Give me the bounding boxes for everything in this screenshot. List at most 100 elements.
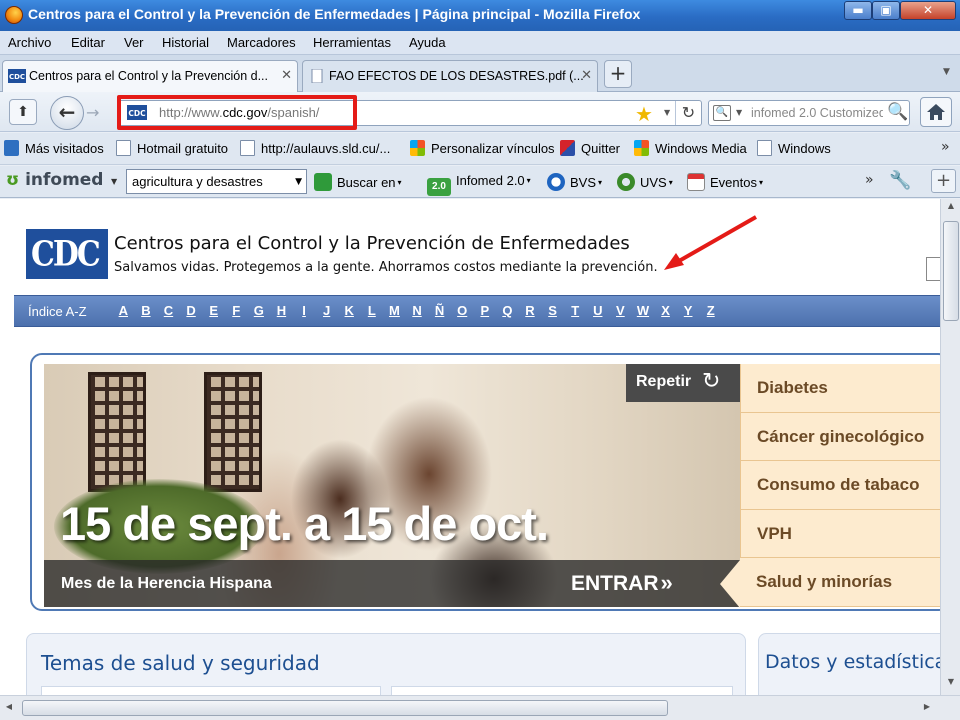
menu-historial[interactable]: Historial — [162, 35, 209, 50]
back-button[interactable]: ← — [50, 96, 84, 130]
menu-herramientas[interactable]: Herramientas — [313, 35, 391, 50]
url-history-dropdown-icon[interactable]: ▼ — [664, 108, 670, 117]
vertical-scrollbar[interactable]: ▲ ▼ — [940, 199, 960, 695]
bookmark-personalizar[interactable]: Personalizar vínculos — [410, 140, 555, 156]
wrench-icon[interactable]: 🔧 — [889, 170, 911, 191]
forward-button[interactable]: → — [86, 102, 110, 124]
maximize-button[interactable]: ▣ — [872, 1, 900, 20]
eventos-button[interactable]: Eventos ▾ — [687, 173, 763, 191]
az-letter-link[interactable]: M — [383, 303, 406, 318]
search-input[interactable]: infomed 2.0 Customized — [751, 106, 883, 120]
uvs-button[interactable]: UVS ▾ — [617, 173, 673, 191]
bookmark-aulauvs[interactable]: http://aulauvs.sld.cu/... — [240, 140, 390, 156]
toolbar-home-icon[interactable]: ⬆ — [9, 99, 37, 125]
bookmark-star-icon[interactable]: ★ — [635, 102, 653, 126]
chevron-down-icon[interactable]: ▼ — [295, 177, 302, 187]
firefox-icon[interactable] — [5, 6, 23, 24]
replay-icon: ↻ — [702, 369, 721, 394]
az-letter-link[interactable]: H — [270, 303, 293, 318]
az-letter-link[interactable]: V — [609, 303, 632, 318]
bookmark-mas-visitados[interactable]: Más visitados — [4, 140, 104, 156]
topic-item[interactable]: Salud y minorías — [740, 558, 940, 607]
topic-item[interactable]: Diabetes — [740, 364, 940, 413]
az-letter-link[interactable]: S — [541, 303, 564, 318]
az-letter-link[interactable]: R — [519, 303, 542, 318]
az-letter-link[interactable]: T — [564, 303, 587, 318]
az-letter-link[interactable]: W — [632, 303, 655, 318]
scroll-down-icon[interactable]: ▼ — [943, 677, 959, 691]
search-bar[interactable]: 🔍 ▼ infomed 2.0 Customized 🔍 — [708, 100, 910, 126]
az-letter-link[interactable]: K — [338, 303, 361, 318]
infomed-menu-dropdown-icon[interactable]: ▼ — [111, 177, 117, 186]
scroll-right-icon[interactable]: ▶ — [920, 702, 934, 711]
az-letter-link[interactable]: U — [586, 303, 609, 318]
minimize-button[interactable]: ▬ — [844, 1, 872, 20]
tab-close-icon[interactable]: ✕ — [581, 68, 592, 83]
hero-image[interactable]: 15 de sept. a 15 de oct. Mes de la Heren… — [44, 364, 740, 607]
infomed-logo[interactable]: ʊ infomed — [6, 170, 103, 190]
menu-ver[interactable]: Ver — [124, 35, 144, 50]
topic-item[interactable]: VPH — [740, 509, 940, 559]
bookmark-hotmail[interactable]: Hotmail gratuito — [116, 140, 228, 156]
az-letter-link[interactable]: Q — [496, 303, 519, 318]
az-letter-link[interactable]: Z — [699, 303, 722, 318]
az-letter-link[interactable]: P — [474, 303, 497, 318]
vertical-scroll-thumb[interactable] — [943, 221, 959, 321]
tab-close-icon[interactable]: ✕ — [281, 68, 292, 83]
reload-button[interactable]: ↻ — [675, 101, 701, 125]
page-content: CDC Centros para el Control y la Prevenc… — [14, 199, 940, 695]
repeat-button[interactable]: Repetir ↻ — [626, 364, 740, 402]
search-icon[interactable]: 🔍 — [887, 102, 908, 122]
enter-button[interactable]: ENTRAR» — [571, 570, 673, 596]
topic-item[interactable]: Cáncer ginecológico — [740, 412, 940, 462]
az-letter-link[interactable]: Y — [677, 303, 700, 318]
add-toolbar-item-button[interactable]: + — [931, 169, 956, 193]
search-engine-dropdown-icon[interactable]: ▼ — [736, 108, 742, 117]
az-letter-link[interactable]: F — [225, 303, 248, 318]
eventos-label: Eventos — [710, 175, 757, 190]
bvs-button[interactable]: BVS ▾ — [547, 173, 602, 191]
az-letter-link[interactable]: N — [406, 303, 429, 318]
az-letter-link[interactable]: Ñ — [428, 303, 451, 318]
close-button[interactable]: ✕ — [900, 1, 956, 20]
infomed20-button[interactable]: 2.0 Infomed 2.0 ▾ — [427, 173, 531, 196]
az-letter-link[interactable]: C — [157, 303, 180, 318]
az-letter-link[interactable]: D — [180, 303, 203, 318]
infomed-search-combo[interactable]: agricultura y desastres ▼ — [126, 169, 307, 194]
az-letter-link[interactable]: G — [248, 303, 271, 318]
horizontal-scrollbar[interactable]: ◀ ▶ — [0, 695, 960, 720]
az-letter-link[interactable]: X — [654, 303, 677, 318]
caret-icon: ▾ — [758, 178, 763, 187]
bookmark-quitter[interactable]: Quitter — [560, 140, 620, 156]
tab-list-icon[interactable]: ▼ — [943, 67, 950, 77]
tab-fao-pdf[interactable]: FAO EFECTOS DE LOS DESASTRES.pdf (... ✕ — [302, 60, 598, 92]
search-engine-icon[interactable]: 🔍 — [713, 105, 731, 121]
scroll-up-icon[interactable]: ▲ — [943, 201, 959, 215]
horizontal-scroll-thumb[interactable] — [22, 700, 668, 716]
bookmark-windows[interactable]: Windows — [757, 140, 831, 156]
home-button[interactable] — [920, 97, 952, 127]
new-tab-button[interactable]: + — [604, 60, 632, 88]
topic-item[interactable]: Consumo de tabaco — [740, 461, 940, 510]
az-letter-link[interactable]: B — [135, 303, 158, 318]
az-letter-link[interactable]: I — [293, 303, 316, 318]
menu-ayuda[interactable]: Ayuda — [409, 35, 446, 50]
menu-editar[interactable]: Editar — [71, 35, 105, 50]
tab-cdc[interactable]: CDC Centros para el Control y la Prevenc… — [2, 60, 298, 92]
menu-archivo[interactable]: Archivo — [8, 35, 51, 50]
az-letter-link[interactable]: L — [361, 303, 384, 318]
menu-marcadores[interactable]: Marcadores — [227, 35, 296, 50]
az-letter-link[interactable]: E — [202, 303, 225, 318]
bookmark-windows-media[interactable]: Windows Media — [634, 140, 747, 156]
az-letter-link[interactable]: O — [451, 303, 474, 318]
toolbar-overflow-icon[interactable]: » — [865, 172, 874, 188]
caret-icon: ▾ — [397, 178, 402, 187]
az-letter-link[interactable]: A — [112, 303, 135, 318]
buscar-en-button[interactable]: Buscar en ▾ — [314, 173, 402, 191]
cdc-logo[interactable]: CDC — [26, 229, 108, 279]
az-letter-link[interactable]: J — [315, 303, 338, 318]
bookmarks-overflow-icon[interactable]: » — [941, 139, 950, 155]
bookmark-label: Personalizar vínculos — [431, 141, 555, 156]
site-search-input[interactable] — [926, 257, 940, 281]
scroll-left-icon[interactable]: ◀ — [2, 702, 16, 711]
